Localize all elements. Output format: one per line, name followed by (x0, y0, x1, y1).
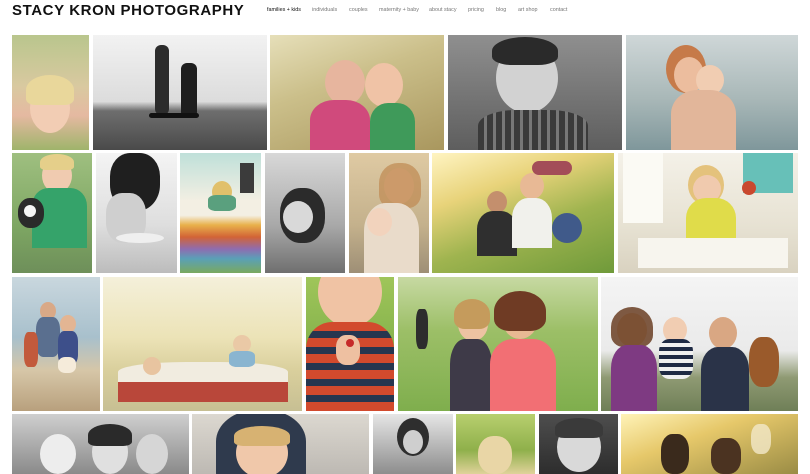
gallery-photo[interactable] (398, 277, 598, 411)
gallery-photo[interactable] (270, 35, 444, 150)
gallery-photo[interactable] (12, 277, 100, 411)
gallery-photo[interactable] (539, 414, 618, 474)
gallery-photo[interactable] (306, 277, 394, 411)
gallery-photo[interactable] (621, 414, 798, 474)
gallery-photo[interactable] (349, 153, 429, 273)
gallery-photo[interactable] (265, 153, 345, 273)
gallery-photo[interactable] (618, 153, 798, 273)
gallery-photo[interactable] (601, 277, 798, 411)
gallery-photo[interactable] (93, 35, 267, 150)
photo-gallery (0, 0, 810, 474)
gallery-photo[interactable] (192, 414, 369, 474)
gallery-photo[interactable] (456, 414, 535, 474)
gallery-photo[interactable] (12, 35, 89, 150)
gallery-photo[interactable] (432, 153, 614, 273)
gallery-photo[interactable] (626, 35, 798, 150)
gallery-photo[interactable] (373, 414, 453, 474)
gallery-photo[interactable] (12, 153, 92, 273)
gallery-photo[interactable] (180, 153, 261, 273)
gallery-photo[interactable] (448, 35, 622, 150)
gallery-photo[interactable] (96, 153, 177, 273)
gallery-photo[interactable] (103, 277, 302, 411)
gallery-photo[interactable] (12, 414, 189, 474)
